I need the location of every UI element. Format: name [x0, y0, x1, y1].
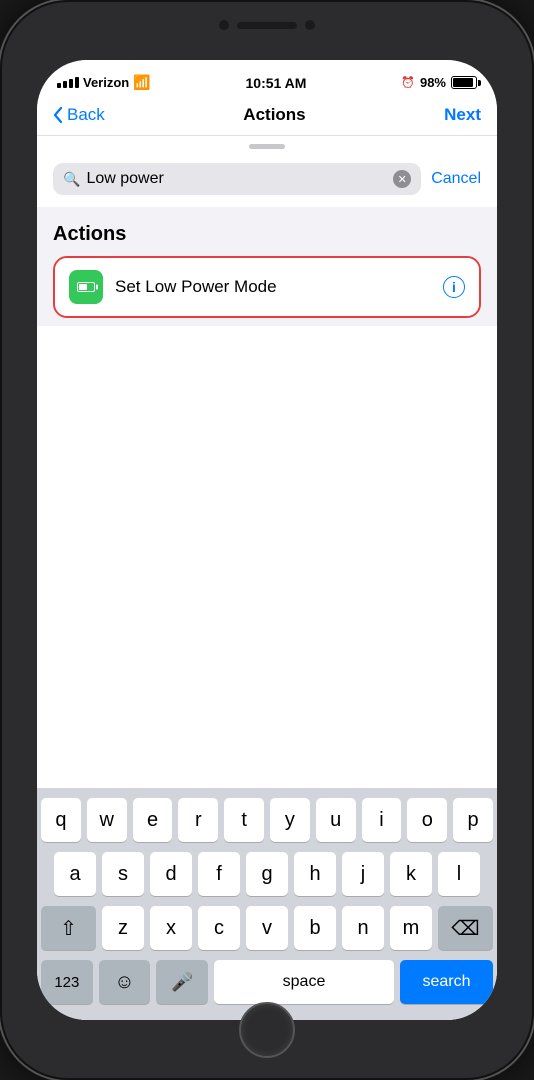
- empty-content-space: [37, 326, 497, 788]
- keyboard-row-3: ⇧ z x c v b n m ⌫: [41, 906, 493, 950]
- key-u[interactable]: u: [316, 798, 356, 842]
- battery-body: [451, 76, 477, 89]
- keyboard-row-4: 123 ☺ 🎤 space search: [41, 960, 493, 1004]
- action-label: Set Low Power Mode: [115, 277, 431, 297]
- cancel-button[interactable]: Cancel: [431, 170, 481, 188]
- key-space[interactable]: space: [214, 960, 394, 1004]
- battery-indicator: [451, 76, 477, 89]
- search-input[interactable]: Low power: [86, 170, 387, 188]
- key-p[interactable]: p: [453, 798, 493, 842]
- keyboard-row-2: a s d f g h j k l: [41, 852, 493, 896]
- key-l[interactable]: l: [438, 852, 480, 896]
- status-bar: Verizon 📶 10:51 AM ⏰ 98%: [37, 60, 497, 97]
- key-c[interactable]: c: [198, 906, 240, 950]
- sheet-handle: [37, 136, 497, 155]
- key-o[interactable]: o: [407, 798, 447, 842]
- key-f[interactable]: f: [198, 852, 240, 896]
- key-b[interactable]: b: [294, 906, 336, 950]
- key-d[interactable]: d: [150, 852, 192, 896]
- search-clear-button[interactable]: ✕: [393, 170, 411, 188]
- key-v[interactable]: v: [246, 906, 288, 950]
- speaker-bar: [237, 22, 297, 29]
- key-z[interactable]: z: [102, 906, 144, 950]
- key-g[interactable]: g: [246, 852, 288, 896]
- key-delete[interactable]: ⌫: [438, 906, 493, 950]
- action-icon-battery: [69, 270, 103, 304]
- search-field[interactable]: 🔍 Low power ✕: [53, 163, 421, 195]
- battery-icon-fill: [79, 284, 87, 290]
- signal-bars: [57, 77, 79, 88]
- chevron-left-icon: [53, 107, 63, 123]
- keyboard: q w e r t y u i o p a s d f g: [37, 788, 497, 1020]
- actions-section: Actions Set Low Power Mode i: [37, 207, 497, 326]
- back-button[interactable]: Back: [53, 105, 105, 125]
- key-a[interactable]: a: [54, 852, 96, 896]
- key-shift[interactable]: ⇧: [41, 906, 96, 950]
- key-q[interactable]: q: [41, 798, 81, 842]
- keyboard-row-1: q w e r t y u i o p: [41, 798, 493, 842]
- key-k[interactable]: k: [390, 852, 432, 896]
- key-search-label: search: [423, 973, 471, 991]
- status-left: Verizon 📶: [57, 74, 151, 91]
- camera-dot: [219, 20, 229, 30]
- battery-small-icon: [77, 282, 95, 292]
- key-space-label: space: [283, 973, 326, 991]
- info-symbol: i: [452, 279, 456, 295]
- search-container: 🔍 Low power ✕ Cancel: [37, 155, 497, 207]
- key-y[interactable]: y: [270, 798, 310, 842]
- action-item-highlighted: Set Low Power Mode i: [53, 256, 481, 318]
- set-low-power-mode-item[interactable]: Set Low Power Mode i: [55, 258, 479, 316]
- key-numbers[interactable]: 123: [41, 960, 93, 1004]
- info-button[interactable]: i: [443, 276, 465, 298]
- sheet-handle-bar: [249, 144, 285, 149]
- carrier-label: Verizon: [83, 75, 129, 90]
- nav-title: Actions: [243, 105, 305, 125]
- next-button[interactable]: Next: [444, 105, 481, 125]
- camera-notch: [219, 20, 315, 30]
- screen: Verizon 📶 10:51 AM ⏰ 98% Back: [37, 60, 497, 1020]
- key-w[interactable]: w: [87, 798, 127, 842]
- phone-frame: Verizon 📶 10:51 AM ⏰ 98% Back: [0, 0, 534, 1080]
- battery-fill: [453, 78, 473, 87]
- key-mic[interactable]: 🎤: [156, 960, 208, 1004]
- navigation-bar: Back Actions Next: [37, 97, 497, 136]
- key-m[interactable]: m: [390, 906, 432, 950]
- alarm-icon: ⏰: [401, 76, 415, 89]
- key-t[interactable]: t: [224, 798, 264, 842]
- actions-heading: Actions: [53, 223, 481, 246]
- key-r[interactable]: r: [178, 798, 218, 842]
- content-area: 🔍 Low power ✕ Cancel Actions: [37, 136, 497, 1020]
- key-h[interactable]: h: [294, 852, 336, 896]
- front-camera: [305, 20, 315, 30]
- key-e[interactable]: e: [133, 798, 173, 842]
- key-i[interactable]: i: [362, 798, 402, 842]
- back-label: Back: [67, 105, 105, 125]
- battery-percent: 98%: [420, 75, 446, 90]
- key-emoji[interactable]: ☺: [99, 960, 151, 1004]
- status-time: 10:51 AM: [246, 75, 307, 91]
- key-n[interactable]: n: [342, 906, 384, 950]
- key-search[interactable]: search: [400, 960, 493, 1004]
- wifi-icon: 📶: [133, 74, 150, 91]
- home-button[interactable]: [239, 1002, 295, 1058]
- key-x[interactable]: x: [150, 906, 192, 950]
- search-icon: 🔍: [63, 171, 80, 188]
- key-s[interactable]: s: [102, 852, 144, 896]
- key-j[interactable]: j: [342, 852, 384, 896]
- key-numbers-label: 123: [54, 974, 79, 991]
- status-right: ⏰ 98%: [401, 75, 477, 90]
